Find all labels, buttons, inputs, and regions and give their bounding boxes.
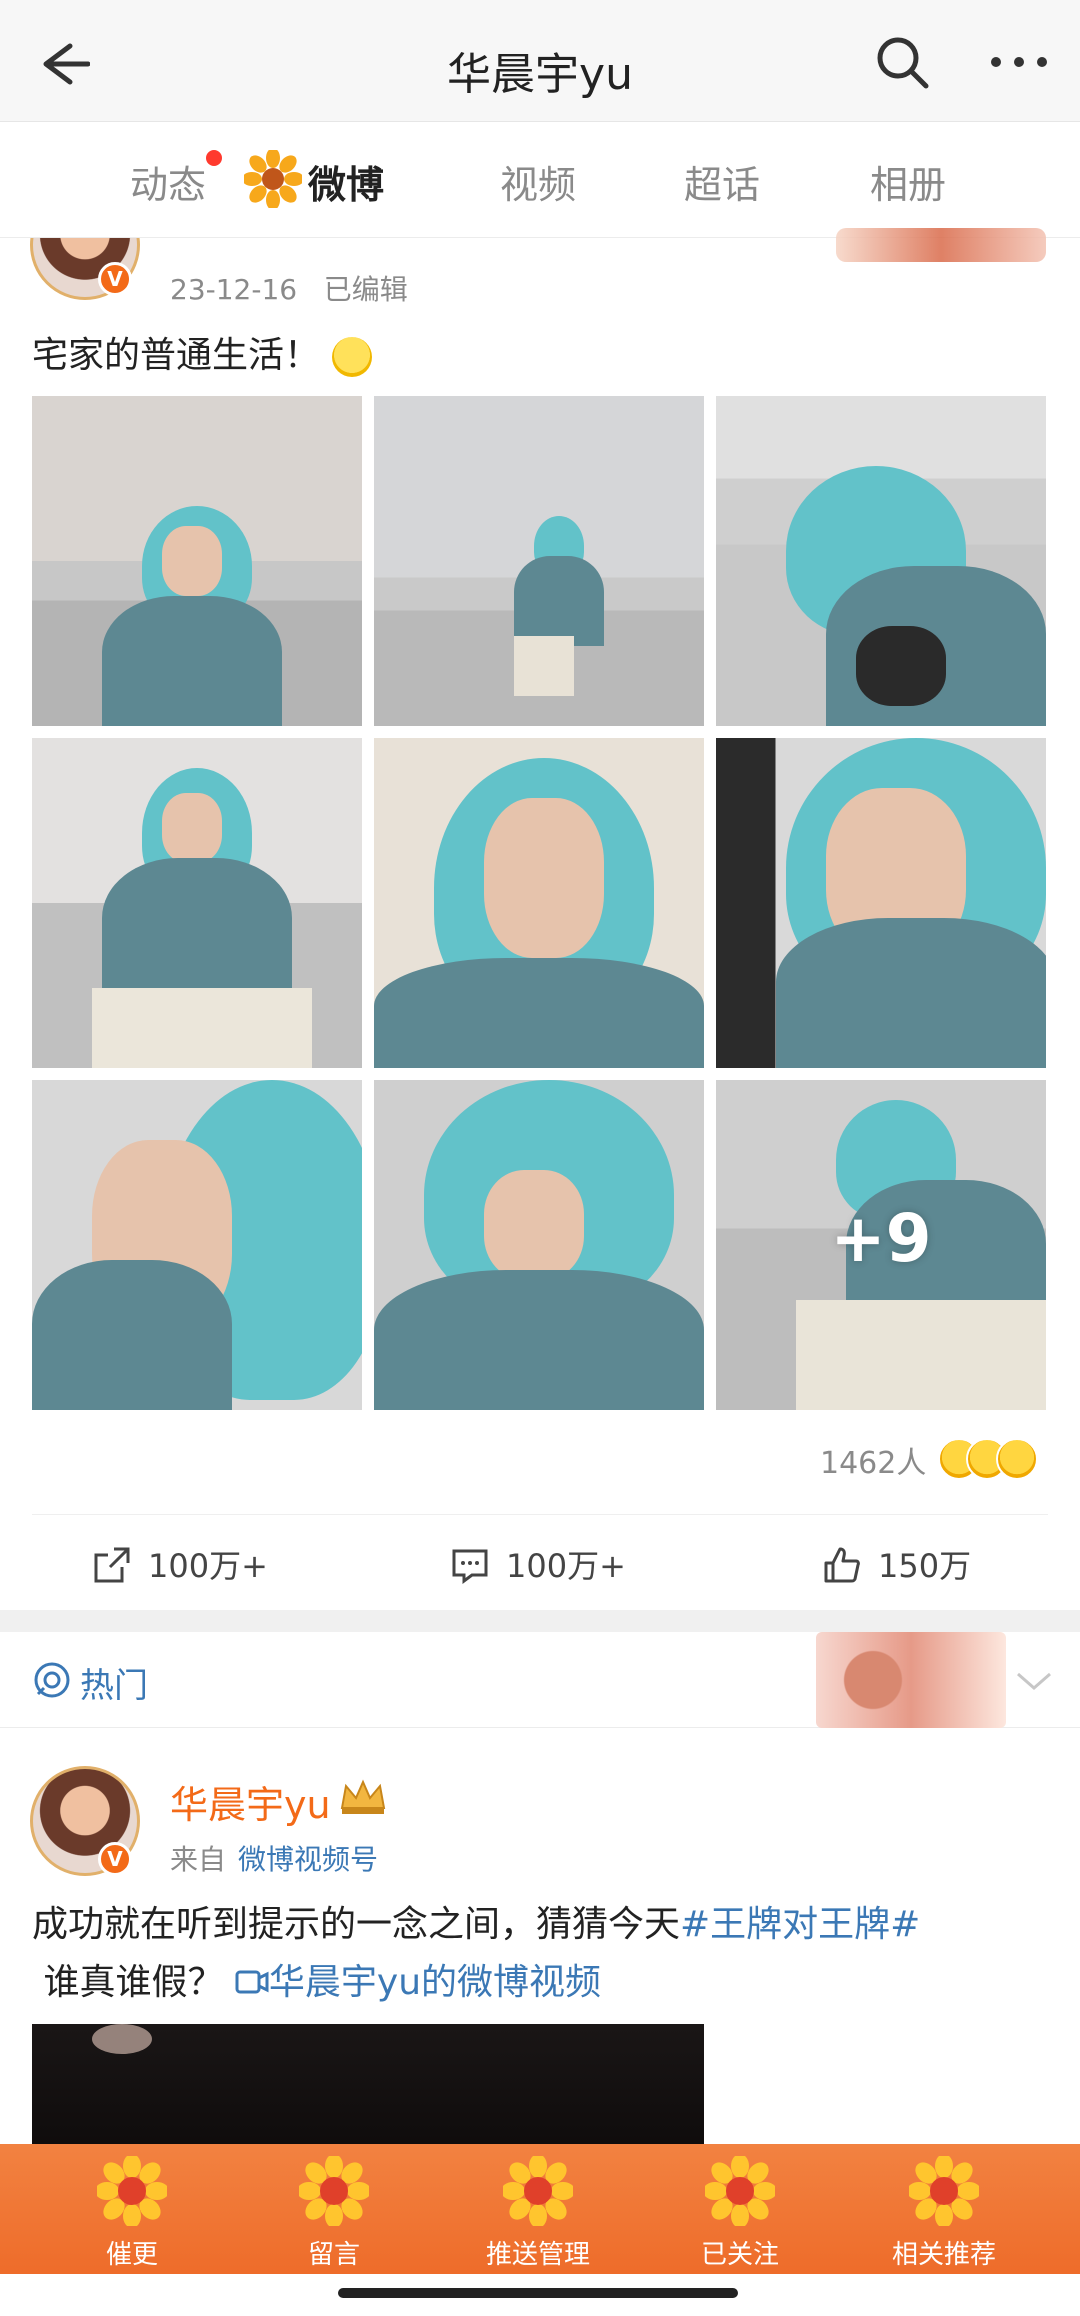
more-options-icon[interactable] xyxy=(984,32,1054,92)
photo-thumbnail[interactable] xyxy=(374,396,704,726)
notification-dot xyxy=(206,150,222,166)
more-photos-count: +9 xyxy=(830,1200,932,1277)
source-link[interactable]: 微博视频号 xyxy=(238,1843,378,1876)
sunflower-icon xyxy=(299,2156,369,2226)
author-name[interactable]: 华晨宇yu xyxy=(170,1774,331,1829)
post-text-part2: 谁真谁假？ xyxy=(32,1962,235,2003)
hashtag-link[interactable]: #王牌对王牌# xyxy=(680,1904,920,1945)
nav-label: 相关推荐 xyxy=(891,2240,996,2270)
post-source: 来自 微博视频号 xyxy=(170,1838,378,1878)
hot-section-header: 热门 xyxy=(0,1632,1080,1728)
post-text: 成功就在听到提示的一念之间，猜猜今天#王牌对王牌# 谁真谁假？ 华晨宇yu的微博… xyxy=(32,1896,1052,2012)
post-text-part1: 成功就在听到提示的一念之间，猜猜今天 xyxy=(32,1904,681,1945)
avatar[interactable]: V xyxy=(30,1752,142,1882)
search-icon[interactable] xyxy=(872,32,932,92)
photo-thumbnail[interactable] xyxy=(374,738,704,1068)
post-meta: 23-12-16 已编辑 xyxy=(170,273,408,306)
photo-thumbnail[interactable] xyxy=(32,738,362,1068)
photo-thumbnail-more[interactable]: +9 xyxy=(716,1080,1046,1410)
nav-recommendations[interactable]: 相关推荐 xyxy=(874,2156,1014,2272)
sunflower-icon xyxy=(242,148,304,210)
video-link[interactable]: 华晨宇yu的微博视频 xyxy=(235,1962,601,2003)
tab-dynamics[interactable]: 动态 xyxy=(130,154,206,209)
like-count: 150万 xyxy=(878,1547,972,1585)
tab-weibo[interactable]: 微博 xyxy=(308,154,384,209)
sunflower-icon xyxy=(705,2156,775,2226)
sunflower-icon xyxy=(97,2156,167,2226)
verified-badge-icon: V xyxy=(98,1842,132,1876)
top-bar: 华晨宇yu xyxy=(0,0,1080,122)
reaction-count[interactable]: 1462人 xyxy=(820,1438,926,1482)
smile-emoji-icon xyxy=(996,1438,1038,1480)
repost-count: 100万+ xyxy=(148,1547,268,1585)
photo-thumbnail[interactable] xyxy=(716,396,1046,726)
tab-supertopic[interactable]: 超话 xyxy=(684,154,760,209)
photo-thumbnail[interactable] xyxy=(32,1080,362,1410)
emoji-icon xyxy=(332,337,373,377)
video-thumbnail[interactable] xyxy=(32,2024,704,2144)
comment-count: 100万+ xyxy=(506,1547,626,1585)
nav-message[interactable]: 留言 xyxy=(264,2156,404,2272)
chevron-down-icon[interactable] xyxy=(1014,1660,1054,1700)
verified-badge-icon: V xyxy=(98,262,132,296)
card-decoration xyxy=(816,1632,1006,1728)
nav-label: 已关注 xyxy=(700,2240,779,2270)
photo-thumbnail[interactable] xyxy=(716,738,1046,1068)
nav-urge-update[interactable]: 催更 xyxy=(62,2156,202,2272)
crown-badge-icon xyxy=(338,1776,388,1816)
bottom-action-bar: 催更 留言 推送管理 已关注 相关推荐 xyxy=(0,2144,1080,2274)
nav-push-settings[interactable]: 推送管理 xyxy=(468,2156,608,2272)
video-link-label: 华晨宇yu的微博视频 xyxy=(268,1962,602,2003)
nav-label: 留言 xyxy=(307,2240,360,2270)
video-icon xyxy=(235,1970,269,1994)
post-action-bar: 100万+ 100万+ 150万 xyxy=(32,1514,1048,1604)
avatar[interactable]: V xyxy=(30,238,140,300)
nav-following[interactable]: 已关注 xyxy=(670,2156,810,2272)
tab-album[interactable]: 相册 xyxy=(870,154,946,209)
post-text-content: 宅家的普通生活！ xyxy=(32,335,321,376)
nav-label: 推送管理 xyxy=(485,2240,590,2270)
tab-videos[interactable]: 视频 xyxy=(500,154,576,209)
photo-thumbnail[interactable] xyxy=(32,396,362,726)
photo-thumbnail[interactable] xyxy=(374,1080,704,1410)
source-prefix: 来自 xyxy=(170,1843,227,1876)
profile-tabs: 动态 微博 视频 超话 相册 xyxy=(0,122,1080,238)
card-decoration xyxy=(836,228,1046,262)
section-divider xyxy=(0,1610,1080,1632)
nav-label: 催更 xyxy=(105,2240,158,2270)
sunflower-icon xyxy=(909,2156,979,2226)
home-indicator[interactable] xyxy=(338,2288,738,2298)
repost-icon xyxy=(94,1547,130,1583)
hot-label: 热门 xyxy=(80,1666,148,1706)
comment-icon xyxy=(452,1549,488,1584)
thumbs-up-icon xyxy=(824,1547,860,1583)
hot-icon xyxy=(32,1660,72,1700)
sunflower-icon xyxy=(503,2156,573,2226)
post-text: 宅家的普通生活！ xyxy=(32,326,373,378)
